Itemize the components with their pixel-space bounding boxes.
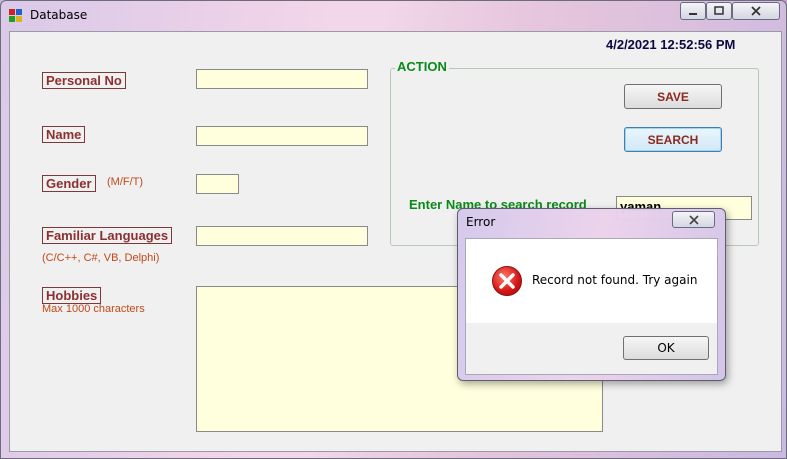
error-icon (492, 266, 522, 296)
dialog-body: Record not found. Try again OK (465, 238, 718, 375)
window-title: Database (30, 8, 88, 22)
gender-label: Gender (42, 175, 96, 192)
name-label: Name (42, 126, 86, 143)
search-button[interactable]: SEARCH (624, 127, 722, 152)
close-icon (688, 214, 699, 225)
maximize-icon (714, 6, 724, 15)
title-bar[interactable]: Database (1, 1, 786, 31)
error-message: Record not found. Try again (532, 273, 698, 287)
app-icon[interactable] (9, 9, 23, 23)
gender-field[interactable] (196, 174, 239, 194)
name-field[interactable] (196, 126, 368, 146)
languages-field[interactable] (196, 226, 368, 246)
dialog-message-area: Record not found. Try again (466, 239, 717, 323)
gender-hint: (M/F/T) (107, 176, 144, 188)
dialog-close-button[interactable] (672, 211, 715, 228)
dialog-title: Error (466, 215, 496, 229)
minimize-icon (689, 13, 697, 15)
ok-button[interactable]: OK (623, 336, 709, 360)
save-button[interactable]: SAVE (624, 84, 722, 109)
languages-label: Familiar Languages (42, 227, 173, 244)
close-icon (751, 6, 761, 16)
maximize-button[interactable] (706, 2, 732, 20)
personal-no-field[interactable] (196, 69, 368, 89)
error-dialog: Error Record not found. Try again OK (457, 208, 726, 381)
personal-no-label: Personal No (42, 72, 126, 89)
hobbies-hint: Max 1000 characters (42, 303, 145, 315)
minimize-button[interactable] (680, 2, 706, 20)
action-group-title: ACTION (395, 59, 449, 74)
languages-hint: (C/C++, C#, VB, Delphi) (42, 252, 160, 264)
close-button[interactable] (732, 2, 780, 20)
datetime-display: 4/2/2021 12:52:56 PM (606, 37, 736, 52)
hobbies-label: Hobbies (42, 287, 102, 304)
